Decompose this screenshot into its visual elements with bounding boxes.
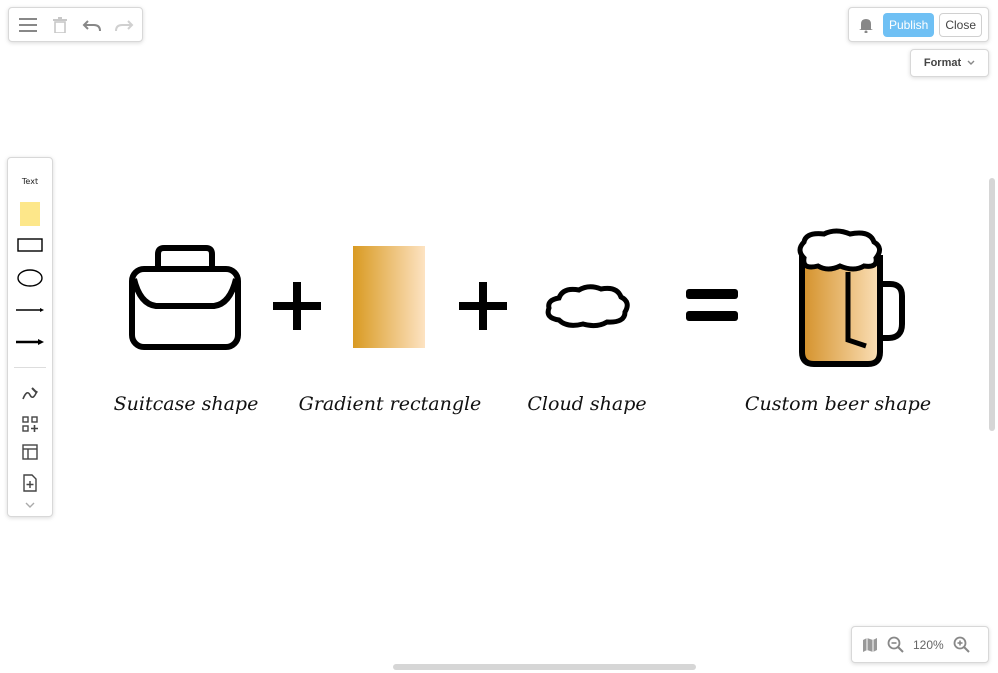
- cloud-shape[interactable]: [545, 284, 631, 330]
- insert-page-tool[interactable]: [8, 473, 52, 493]
- shapes-plus-icon: [22, 416, 38, 432]
- zoom-out-icon[interactable]: [887, 636, 904, 653]
- close-button[interactable]: Close: [939, 12, 982, 37]
- sticky-note-tool[interactable]: [8, 201, 52, 227]
- rectangle-tool[interactable]: [8, 236, 52, 254]
- bell-icon[interactable]: [855, 12, 878, 38]
- text-tool-label: Text: [21, 176, 39, 186]
- map-icon[interactable]: [862, 637, 878, 653]
- chevron-down-icon: [967, 60, 975, 66]
- plus-sign: [459, 282, 507, 330]
- zoom-in-icon[interactable]: [953, 636, 970, 653]
- gradient-rectangle-shape[interactable]: [353, 246, 425, 348]
- format-label: Format: [923, 57, 962, 69]
- edit-toolbar: [8, 7, 143, 42]
- text-tool[interactable]: Text: [8, 172, 52, 190]
- caption-suitcase: Suitcase shape: [113, 393, 259, 415]
- redo-icon[interactable]: [111, 12, 137, 38]
- format-button[interactable]: Format: [910, 49, 989, 77]
- caption-beer: Custom beer shape: [744, 393, 932, 415]
- sticky-note-icon: [20, 202, 40, 226]
- ellipse-tool[interactable]: [8, 268, 52, 288]
- freehand-pen-icon: [22, 387, 38, 400]
- suitcase-shape[interactable]: [128, 244, 244, 352]
- zoom-level: 120%: [913, 637, 944, 652]
- table-tool[interactable]: [8, 442, 52, 462]
- shapes-toolbar: Text: [7, 157, 53, 517]
- undo-icon[interactable]: [79, 12, 105, 38]
- plus-sign: [273, 282, 321, 330]
- trash-icon[interactable]: [47, 12, 73, 38]
- rectangle-icon: [17, 238, 43, 252]
- caption-gradient: Gradient rectangle: [298, 393, 482, 415]
- freehand-tool[interactable]: [8, 384, 52, 404]
- publish-toolbar: Publish Close: [848, 7, 989, 42]
- zoom-controls: 120%: [851, 626, 989, 663]
- publish-button[interactable]: Publish: [882, 12, 935, 37]
- horizontal-scrollbar[interactable]: [393, 664, 696, 670]
- line-icon: [16, 308, 44, 312]
- table-icon: [22, 444, 38, 460]
- arrow-tool[interactable]: [8, 335, 52, 349]
- beer-mug-shape[interactable]: [794, 228, 906, 368]
- line-tool[interactable]: [8, 303, 52, 317]
- ellipse-icon: [17, 269, 43, 287]
- caption-cloud: Cloud shape: [527, 393, 647, 415]
- chevron-down-icon: [25, 502, 35, 508]
- more-tools[interactable]: [8, 498, 52, 512]
- arrow-icon: [16, 339, 44, 345]
- vertical-scrollbar[interactable]: [989, 178, 995, 431]
- drawing-canvas[interactable]: Suitcase shape Gradient rectangle Cloud …: [0, 0, 998, 673]
- menu-icon[interactable]: [15, 12, 41, 38]
- page-plus-icon: [23, 474, 37, 492]
- add-shape-tool[interactable]: [8, 414, 52, 434]
- equals-sign: [686, 289, 738, 321]
